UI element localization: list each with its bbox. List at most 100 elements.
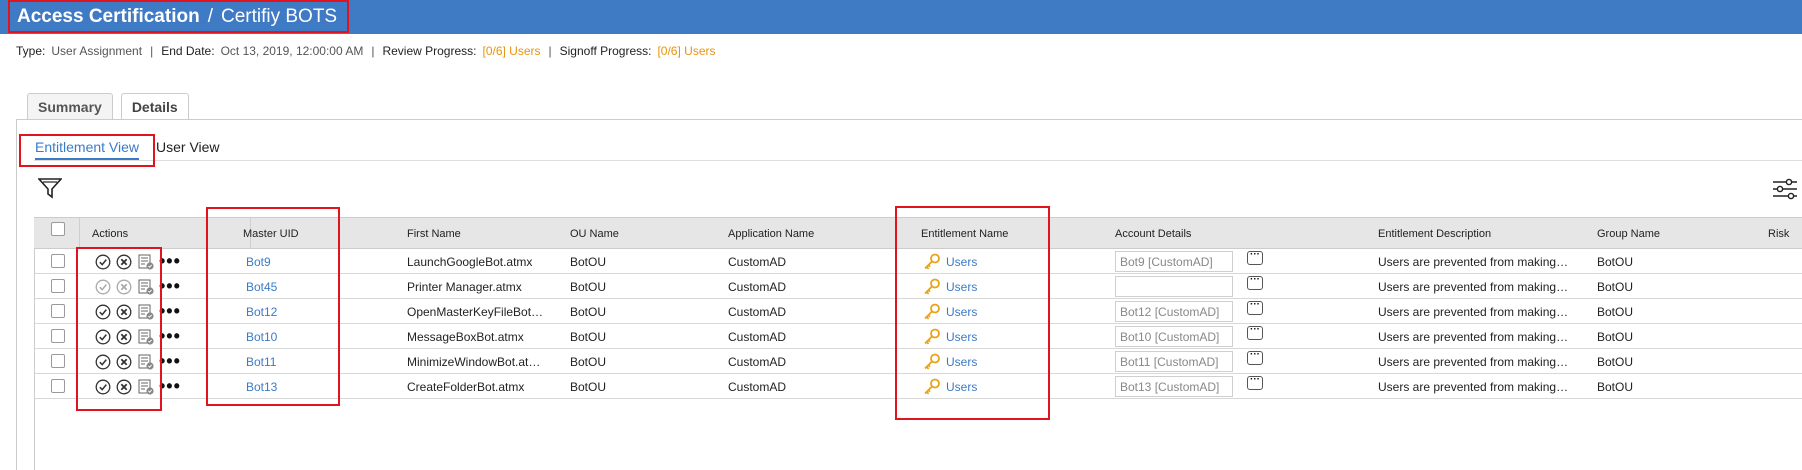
tab-details[interactable]: Details xyxy=(120,93,189,120)
x-circle-icon[interactable] xyxy=(116,379,132,395)
column-ou-name[interactable]: OU Name xyxy=(570,228,619,240)
column-application-name[interactable]: Application Name xyxy=(728,228,814,240)
check-circle-icon[interactable] xyxy=(95,254,111,270)
divider: | xyxy=(548,44,552,58)
account-details-more-button[interactable]: ··· xyxy=(1247,250,1263,265)
row-checkbox[interactable] xyxy=(51,279,65,293)
account-details-field[interactable]: Bot12 [CustomAD] xyxy=(1115,301,1233,322)
tab-user-view[interactable]: User View xyxy=(156,139,220,155)
key-icon xyxy=(924,378,940,395)
more-actions-button[interactable]: ••• xyxy=(159,376,181,397)
check-circle-icon[interactable] xyxy=(95,379,111,395)
row-checkbox[interactable] xyxy=(51,254,65,268)
view-tabs-divider xyxy=(34,160,1802,161)
check-circle-icon[interactable] xyxy=(95,279,111,295)
account-details-field[interactable]: Bot13 [CustomAD] xyxy=(1115,376,1233,397)
column-entitlement-description[interactable]: Entitlement Description xyxy=(1378,228,1491,240)
column-group-name[interactable]: Group Name xyxy=(1597,228,1660,240)
list-check-icon[interactable] xyxy=(138,304,154,320)
x-circle-icon[interactable] xyxy=(116,354,132,370)
check-circle-icon[interactable] xyxy=(95,329,111,345)
application-name-cell: CustomAD xyxy=(728,355,787,369)
row-checkbox[interactable] xyxy=(51,354,65,368)
list-check-icon[interactable] xyxy=(138,279,154,295)
master-uid-link[interactable]: Bot9 xyxy=(246,255,271,269)
more-actions-button[interactable]: ••• xyxy=(159,276,181,297)
signoff-progress-link[interactable]: [0/6] Users xyxy=(657,44,715,58)
certification-name: Certifiy BOTS xyxy=(220,5,338,27)
check-circle-icon[interactable] xyxy=(95,354,111,370)
check-circle-icon[interactable] xyxy=(95,304,111,320)
ou-name-cell: BotOU xyxy=(570,255,607,269)
master-uid-link[interactable]: Bot10 xyxy=(246,330,277,344)
master-uid-link[interactable]: Bot12 xyxy=(246,305,277,319)
group-name-cell: BotOU xyxy=(1597,380,1634,394)
master-uid-link[interactable]: Bot11 xyxy=(246,355,276,369)
ou-name-cell: BotOU xyxy=(570,305,607,319)
more-actions-button[interactable]: ••• xyxy=(159,301,181,322)
more-actions-button[interactable]: ••• xyxy=(159,251,181,272)
master-uid-link[interactable]: Bot13 xyxy=(246,380,277,394)
end-date-label: End Date: xyxy=(161,44,215,58)
table-row[interactable]: ••• Bot10 MessageBoxBot.atmx BotOU Custo… xyxy=(34,324,1802,349)
row-checkbox[interactable] xyxy=(51,329,65,343)
master-uid-link[interactable]: Bot45 xyxy=(246,280,277,294)
entitlement-name-link[interactable]: Users xyxy=(946,305,977,319)
select-all-checkbox[interactable] xyxy=(51,222,65,236)
column-first-name[interactable]: First Name xyxy=(407,228,461,240)
account-details-field[interactable] xyxy=(1115,276,1233,297)
tab-summary[interactable]: Summary xyxy=(27,93,113,119)
divider: | xyxy=(150,44,154,58)
column-entitlement-name[interactable]: Entitlement Name xyxy=(921,228,1008,240)
row-checkbox[interactable] xyxy=(51,379,65,393)
column-master-uid[interactable]: Master UID xyxy=(243,228,299,240)
main-tabs: Summary Details xyxy=(27,93,189,120)
review-progress-link[interactable]: [0/6] Users xyxy=(482,44,540,58)
x-circle-icon[interactable] xyxy=(116,304,132,320)
list-check-icon[interactable] xyxy=(138,379,154,395)
account-details-field[interactable]: Bot9 [CustomAD] xyxy=(1115,251,1233,272)
column-account-details[interactable]: Account Details xyxy=(1115,228,1191,240)
column-risk[interactable]: Risk xyxy=(1768,228,1789,240)
table-row[interactable]: ••• Bot12 OpenMasterKeyFileBot… BotOU Cu… xyxy=(34,299,1802,324)
entitlement-name-link[interactable]: Users xyxy=(946,280,977,294)
x-circle-icon[interactable] xyxy=(116,329,132,345)
filter-icon[interactable] xyxy=(38,176,62,200)
type-label: Type: xyxy=(16,44,46,58)
entitlement-name-link[interactable]: Users xyxy=(946,355,977,369)
group-name-cell: BotOU xyxy=(1597,330,1634,344)
ou-name-cell: BotOU xyxy=(570,280,607,294)
entitlement-description-cell: Users are prevented from making… xyxy=(1378,305,1569,319)
account-details-more-button[interactable]: ··· xyxy=(1247,325,1263,340)
sliders-icon[interactable] xyxy=(1772,178,1798,200)
account-details-more-button[interactable]: ··· xyxy=(1247,300,1263,315)
column-actions[interactable]: Actions xyxy=(92,228,128,240)
account-details-more-button[interactable]: ··· xyxy=(1247,350,1263,365)
table-row[interactable]: ••• Bot13 CreateFolderBot.atmx BotOU Cus… xyxy=(34,374,1802,399)
entitlement-name-link[interactable]: Users xyxy=(946,255,977,269)
divider: | xyxy=(371,44,375,58)
table-row[interactable]: ••• Bot45 Printer Manager.atmx BotOU Cus… xyxy=(34,274,1802,299)
row-checkbox[interactable] xyxy=(51,304,65,318)
more-actions-button[interactable]: ••• xyxy=(159,351,181,372)
key-icon xyxy=(924,328,940,345)
account-details-more-button[interactable]: ··· xyxy=(1247,375,1263,390)
more-actions-button[interactable]: ••• xyxy=(159,326,181,347)
entitlement-name-link[interactable]: Users xyxy=(946,380,977,394)
key-icon xyxy=(924,353,940,370)
x-circle-icon[interactable] xyxy=(116,279,132,295)
entitlement-description-cell: Users are prevented from making… xyxy=(1378,380,1569,394)
x-circle-icon[interactable] xyxy=(116,254,132,270)
tab-entitlement-view[interactable]: Entitlement View xyxy=(35,139,140,160)
table-row[interactable]: ••• Bot11 MinimizeWindowBot.at… BotOU Cu… xyxy=(34,349,1802,374)
list-check-icon[interactable] xyxy=(138,329,154,345)
entitlement-description-cell: Users are prevented from making… xyxy=(1378,280,1569,294)
signoff-progress-label: Signoff Progress: xyxy=(559,44,652,58)
account-details-more-button[interactable]: ··· xyxy=(1247,275,1263,290)
list-check-icon[interactable] xyxy=(138,354,154,370)
table-row[interactable]: ••• Bot9 LaunchGoogleBot.atmx BotOU Cust… xyxy=(34,249,1802,274)
account-details-field[interactable]: Bot11 [CustomAD] xyxy=(1115,351,1233,372)
entitlement-name-link[interactable]: Users xyxy=(946,330,977,344)
account-details-field[interactable]: Bot10 [CustomAD] xyxy=(1115,326,1233,347)
list-check-icon[interactable] xyxy=(138,254,154,270)
